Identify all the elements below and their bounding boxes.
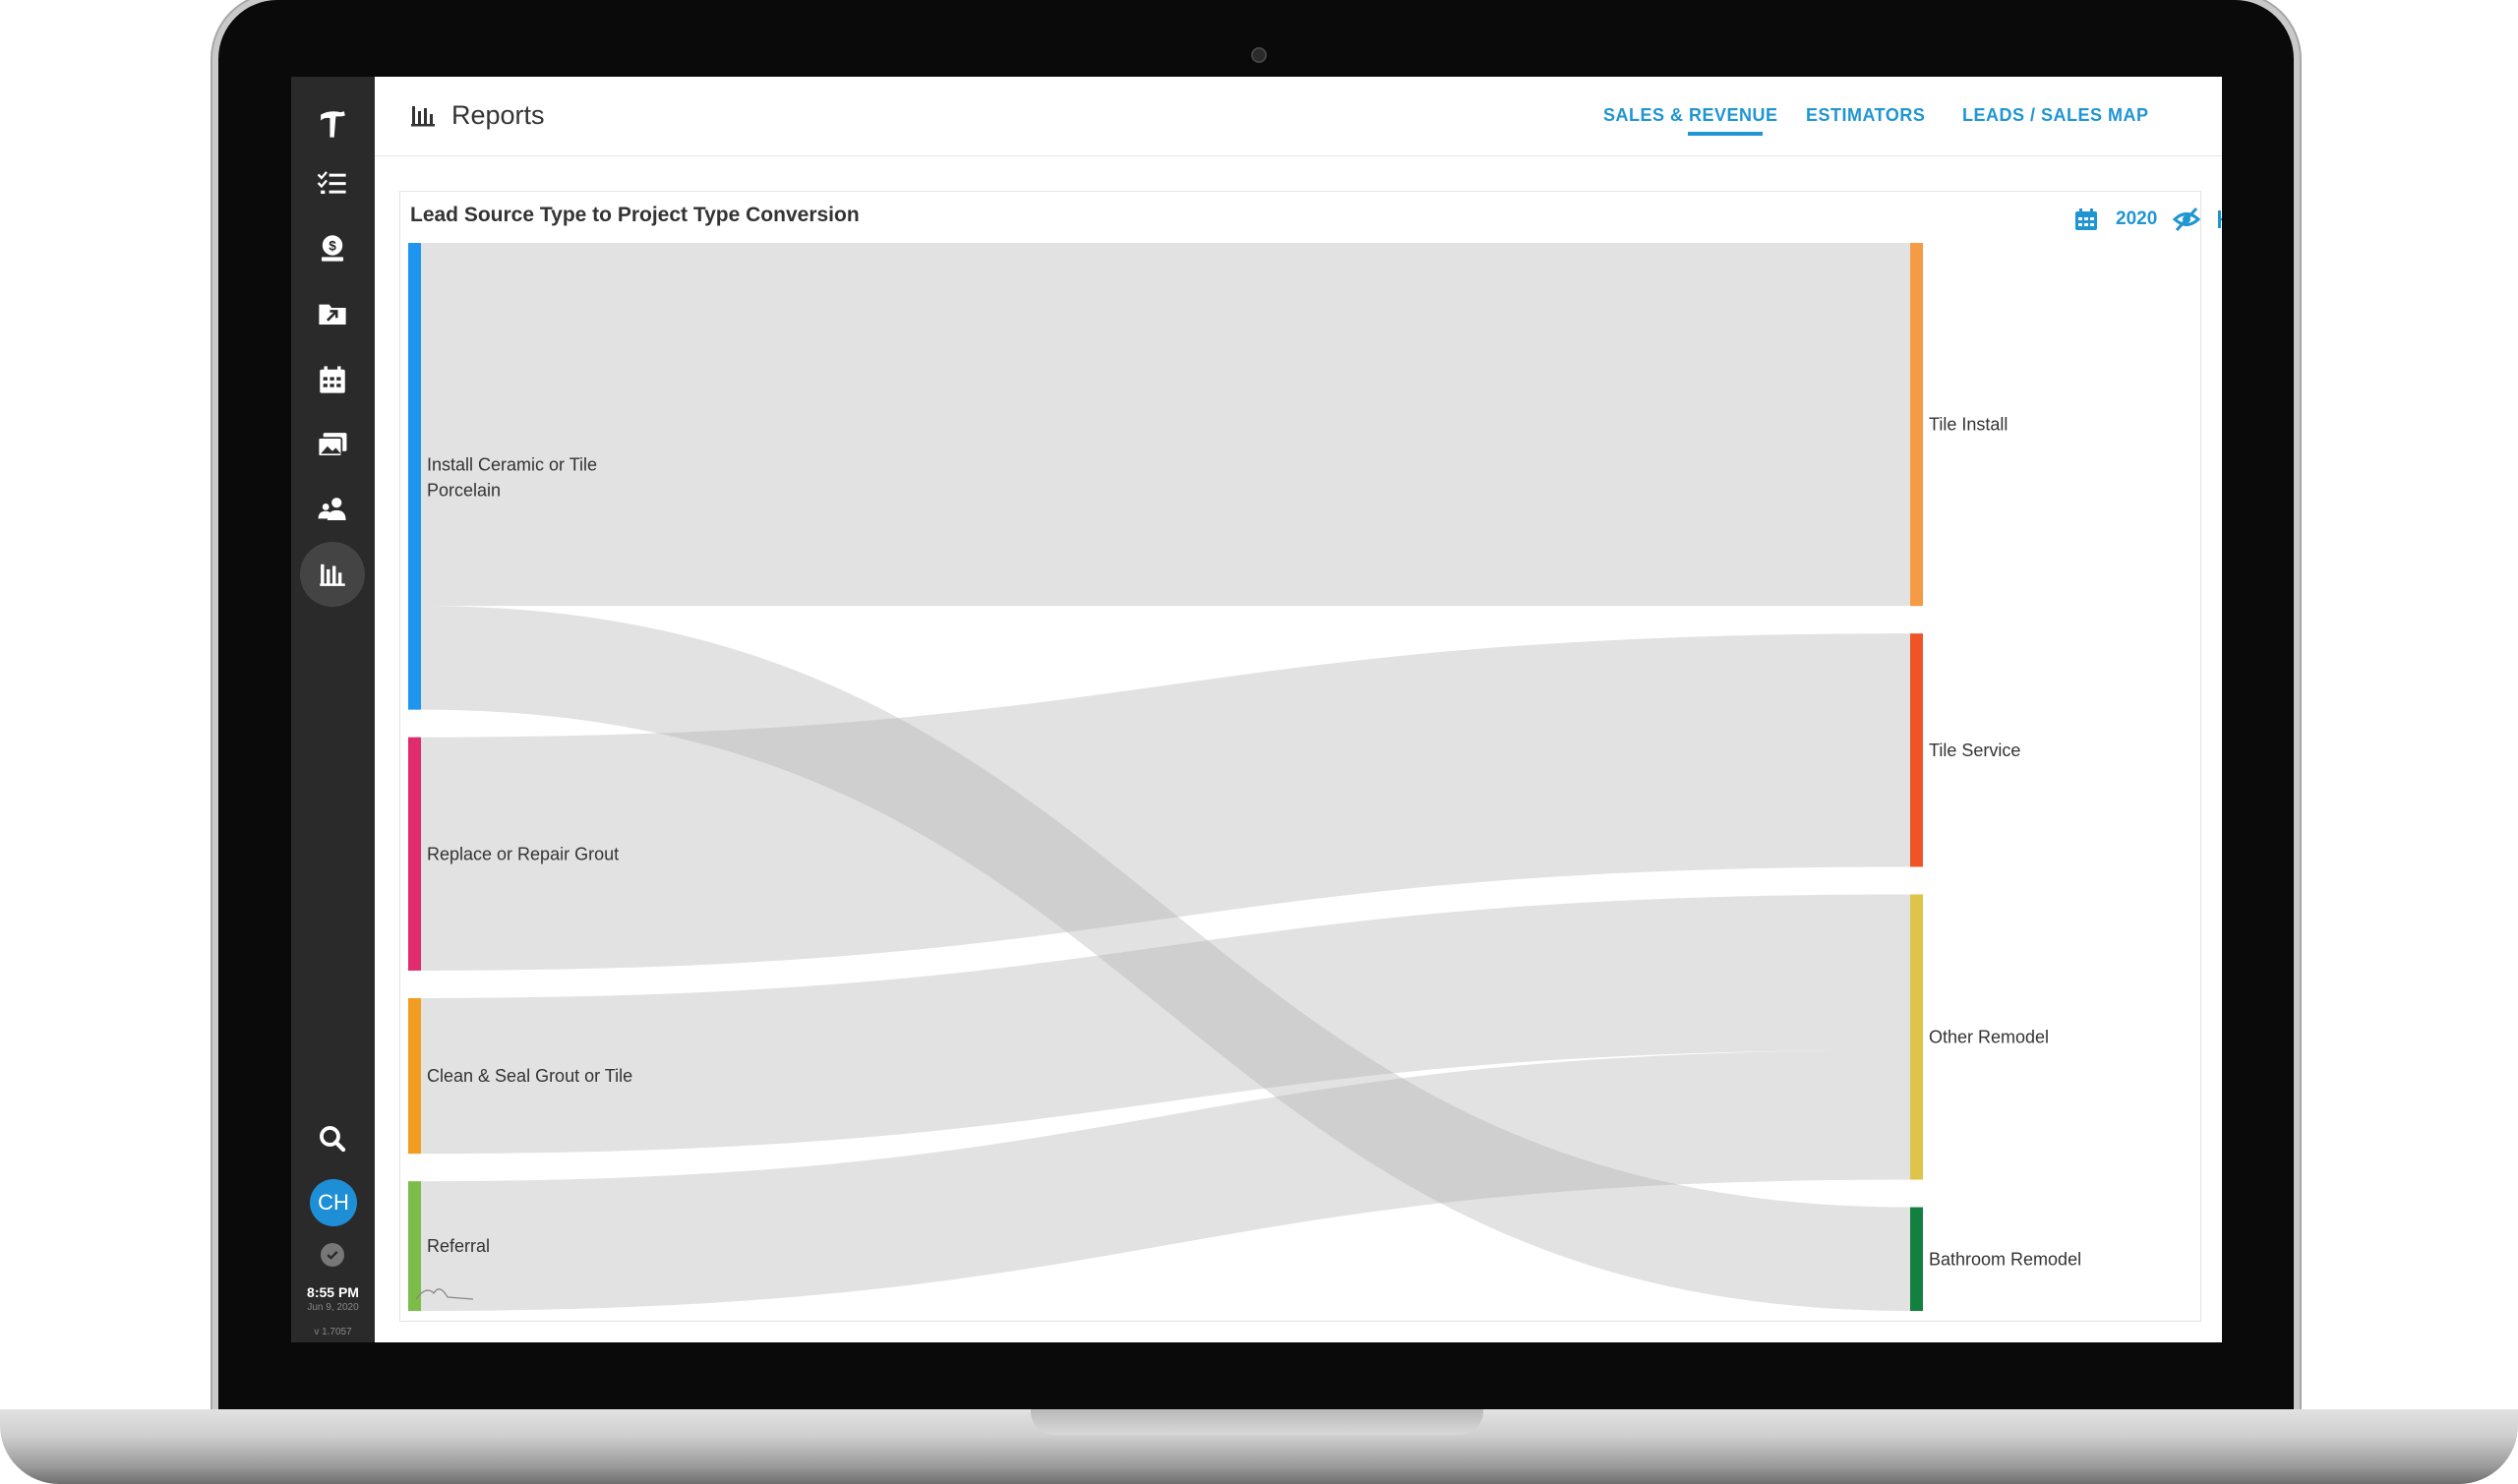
- tab-estimators[interactable]: ESTIMATORS: [1806, 105, 1925, 126]
- laptop-notch: [1031, 1409, 1483, 1435]
- webcam: [1251, 47, 1267, 63]
- tab-sales-revenue[interactable]: SALES & REVENUE: [1603, 105, 1778, 126]
- sankey-chart: Install Ceramic or Tile PorcelainReplace …: [408, 243, 2081, 1311]
- check-status-icon: [321, 1243, 344, 1267]
- tab-leads-sales-map[interactable]: LEADS / SALES MAP: [1962, 105, 2149, 126]
- svg-text:$: $: [329, 239, 336, 254]
- search-icon[interactable]: [298, 1109, 367, 1168]
- app-screen: $ CH 8:55 PM Jun 9, 2020 v 1.7057 Report…: [291, 77, 2222, 1342]
- clock-date: Jun 9, 2020: [307, 1302, 359, 1313]
- reports-icon: [411, 106, 435, 127]
- conversion-chart-card: Lead Source Type to Project Type Convers…: [399, 191, 2222, 1322]
- app-version: v 1.7057: [314, 1327, 352, 1337]
- target-node[interactable]: [1910, 633, 1923, 867]
- target-label: Tile Service: [1929, 741, 2020, 760]
- bar-chart-icon[interactable]: [300, 542, 365, 607]
- users-icon[interactable]: [298, 480, 367, 539]
- sidebar: $ CH 8:55 PM Jun 9, 2020 v 1.7057: [291, 77, 375, 1342]
- expand-width-icon[interactable]: [2216, 206, 2222, 233]
- active-tab-indicator: [1688, 132, 1763, 136]
- sparkline-decoration: [415, 1288, 474, 1300]
- checklist-icon[interactable]: [298, 153, 367, 212]
- money-bag-icon[interactable]: $: [298, 218, 367, 277]
- source-node[interactable]: [408, 243, 421, 710]
- target-label: Tile Install: [1929, 415, 2008, 435]
- source-node[interactable]: [408, 997, 421, 1155]
- page-title: Reports: [451, 100, 545, 130]
- target-node[interactable]: [1910, 243, 1923, 607]
- source-label: Referral: [427, 1236, 490, 1256]
- source-node[interactable]: [408, 737, 421, 971]
- images-icon[interactable]: [298, 415, 367, 474]
- source-label: Replace or Repair Grout: [427, 844, 619, 863]
- hammer-logo-icon[interactable]: [298, 94, 367, 153]
- sankey-link[interactable]: [421, 243, 1910, 607]
- target-label: Bathroom Remodel: [1929, 1249, 2081, 1269]
- calendar-icon[interactable]: [298, 350, 367, 409]
- page-header: Reports SALES & REVENUE ESTIMATORS LEADS…: [375, 77, 2222, 156]
- avatar[interactable]: CH: [310, 1179, 357, 1226]
- folder-share-icon[interactable]: [298, 284, 367, 343]
- source-label: Clean & Seal Grout or Tile: [427, 1066, 632, 1086]
- target-label: Other Remodel: [1929, 1028, 2049, 1047]
- clock-time: 8:55 PM: [307, 1284, 359, 1300]
- target-node[interactable]: [1910, 894, 1923, 1180]
- target-node[interactable]: [1910, 1207, 1923, 1311]
